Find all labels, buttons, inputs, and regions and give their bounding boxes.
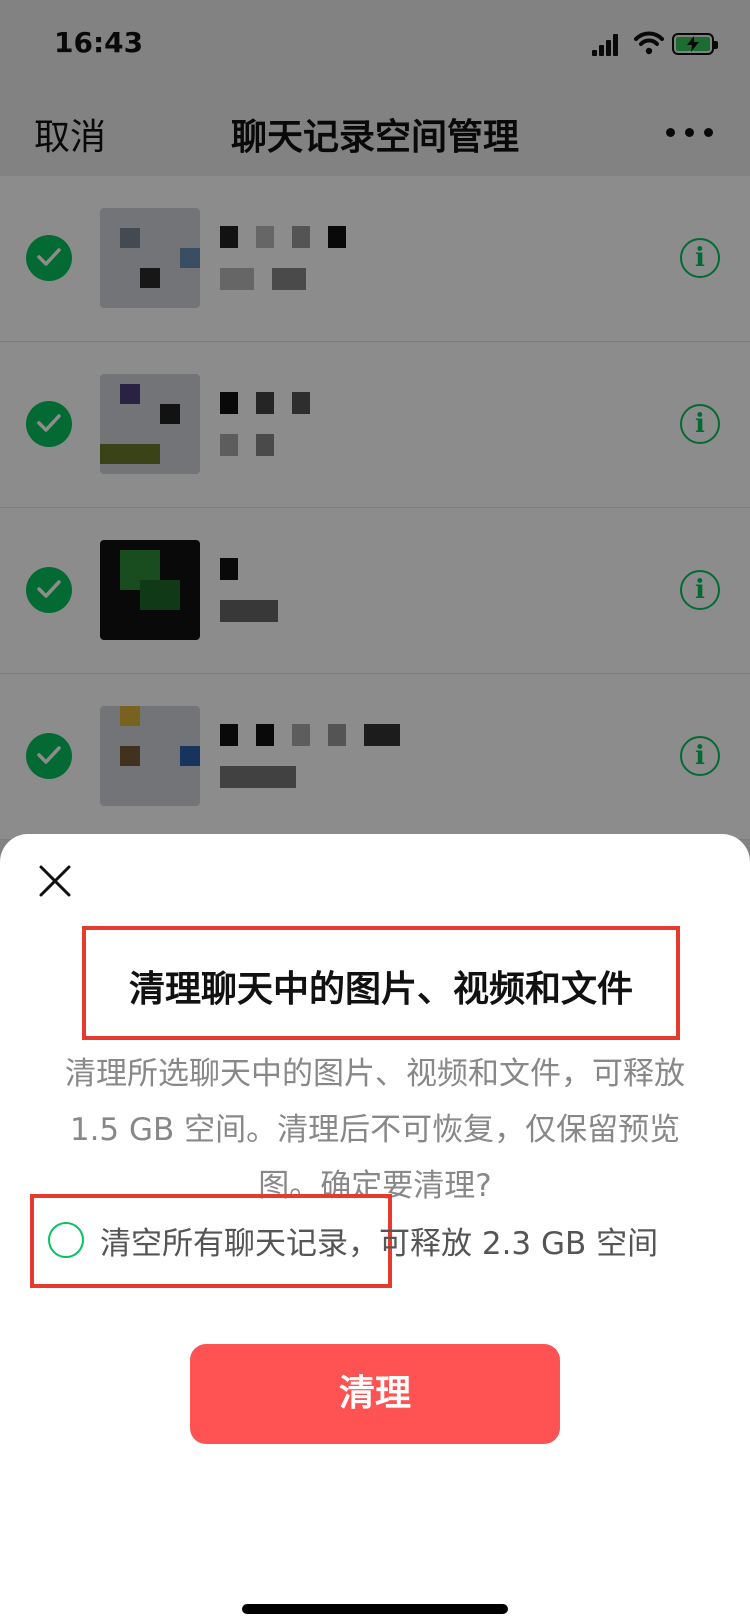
- dialog-description: 清理所选聊天中的图片、视频和文件，可释放 1.5 GB 空间。清理后不可恢复，仅…: [65, 1056, 685, 1204]
- title-highlight-box: 清理聊天中的图片、视频和文件: [82, 926, 680, 1040]
- option-label: 清空所有聊天记录，可释放 2.3 GB 空间: [100, 1226, 659, 1262]
- close-icon[interactable]: [36, 862, 74, 900]
- cleanup-dialog: 清理聊天中的图片、视频和文件 清理所选聊天中的图片、视频和文件，可释放 1.5 …: [0, 834, 750, 1624]
- home-indicator: [242, 1604, 508, 1614]
- dialog-title: 清理聊天中的图片、视频和文件: [128, 969, 633, 1010]
- radio-button[interactable]: [48, 1222, 84, 1258]
- clean-button[interactable]: 清理: [190, 1344, 560, 1444]
